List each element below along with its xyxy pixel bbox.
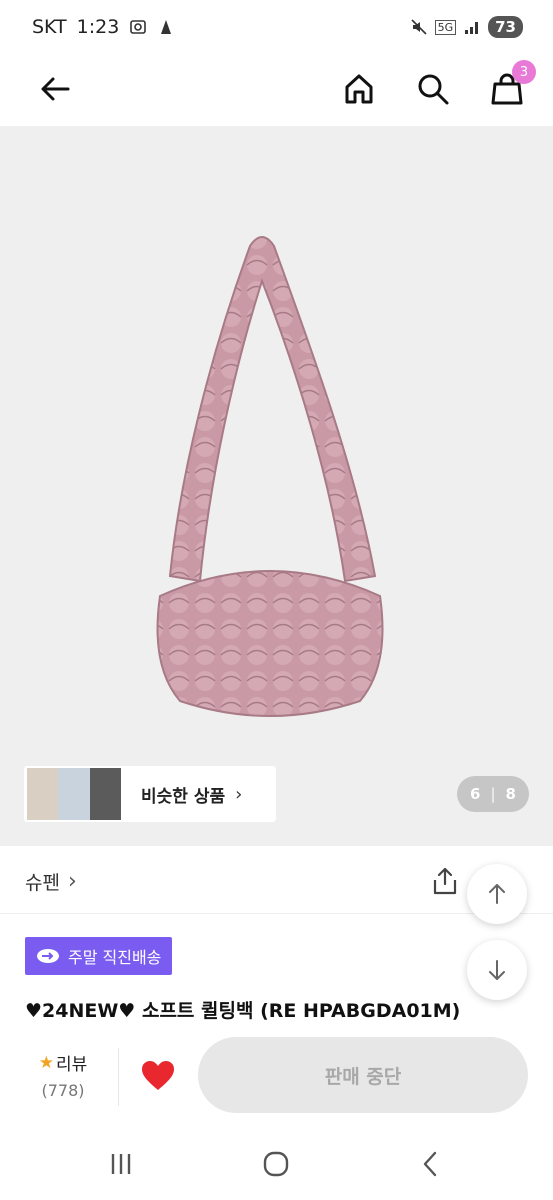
- arrow-up-icon: [489, 884, 505, 904]
- current-image-number: 6: [470, 785, 481, 803]
- recent-apps-icon: [111, 1154, 131, 1174]
- review-count: (778): [41, 1081, 85, 1100]
- arrow-down-icon: [489, 960, 505, 980]
- status-right: 5G 73: [410, 16, 523, 38]
- system-nav-bar: [0, 1128, 553, 1200]
- chevron-left-icon: [423, 1151, 437, 1177]
- review-label: 리뷰: [55, 1055, 88, 1075]
- status-left: SKT 1:23: [32, 16, 175, 38]
- share-icon[interactable]: [430, 866, 460, 896]
- home-circle-icon: [263, 1151, 289, 1177]
- app-header: 3: [0, 56, 553, 126]
- recent-apps-button[interactable]: [101, 1146, 141, 1182]
- signal-icon: [465, 22, 479, 34]
- system-home-button[interactable]: [256, 1146, 296, 1182]
- image-page-indicator: 6 | 8: [457, 776, 529, 812]
- similar-thumbnails: [27, 768, 121, 820]
- back-button[interactable]: [32, 66, 78, 112]
- status-bar: SKT 1:23 5G 73: [0, 0, 553, 56]
- brand-name: 슈펜: [25, 872, 60, 894]
- review-button[interactable]: ★ 리뷰 (778): [28, 1050, 98, 1101]
- product-title: ♥24NEW♥ 소프트 퀼팅백 (RE HPABGDA01M): [25, 1000, 461, 1022]
- system-back-button[interactable]: [411, 1146, 451, 1182]
- battery-level: 73: [488, 16, 523, 38]
- product-image-gallery[interactable]: 비슷한 상품 › 6 | 8: [0, 126, 553, 846]
- shipping-badge-label: 주말 직진배송: [68, 948, 162, 967]
- delivery-icon: [37, 949, 59, 963]
- shipping-badge: 주말 직진배송: [25, 937, 173, 975]
- thumbnail-blue: [58, 768, 90, 820]
- cart-count-badge: 3: [512, 60, 536, 84]
- mute-icon: [411, 19, 427, 35]
- scroll-bottom-button[interactable]: [467, 940, 527, 1000]
- thumbnail-beige: [27, 768, 59, 820]
- buy-button[interactable]: 판매 중단: [198, 1037, 528, 1113]
- page-separator: |: [490, 785, 496, 803]
- clock: 1:23: [76, 16, 120, 38]
- network-type: 5G: [434, 19, 457, 35]
- similar-products-label: 비슷한 상품: [141, 786, 226, 807]
- similar-products-button[interactable]: 비슷한 상품 ›: [24, 766, 276, 822]
- star-icon: ★: [38, 1052, 54, 1073]
- notification-app-icon: [161, 20, 172, 34]
- brand-link[interactable]: 슈펜 ›: [25, 868, 77, 895]
- heart-icon[interactable]: [140, 1058, 176, 1094]
- scroll-top-button[interactable]: [467, 864, 527, 924]
- thumbnail-dark: [89, 768, 121, 820]
- cart-button[interactable]: 3: [484, 60, 536, 112]
- product-image: [156, 236, 384, 717]
- chevron-right-icon: ›: [67, 869, 77, 894]
- arrow-left-icon: [41, 77, 70, 101]
- divider: [118, 1048, 119, 1106]
- search-icon: [418, 74, 449, 105]
- home-button[interactable]: [336, 66, 382, 112]
- search-button[interactable]: [410, 66, 456, 112]
- home-icon: [345, 74, 373, 104]
- chevron-right-icon: ›: [235, 783, 243, 805]
- bottom-action-bar: ★ 리뷰 (778) 판매 중단: [0, 1030, 553, 1125]
- carrier-label: SKT: [32, 16, 67, 38]
- review-label-row: ★ 리뷰: [28, 1050, 98, 1076]
- screenshot-icon: [130, 20, 147, 34]
- total-image-count: 8: [505, 785, 516, 803]
